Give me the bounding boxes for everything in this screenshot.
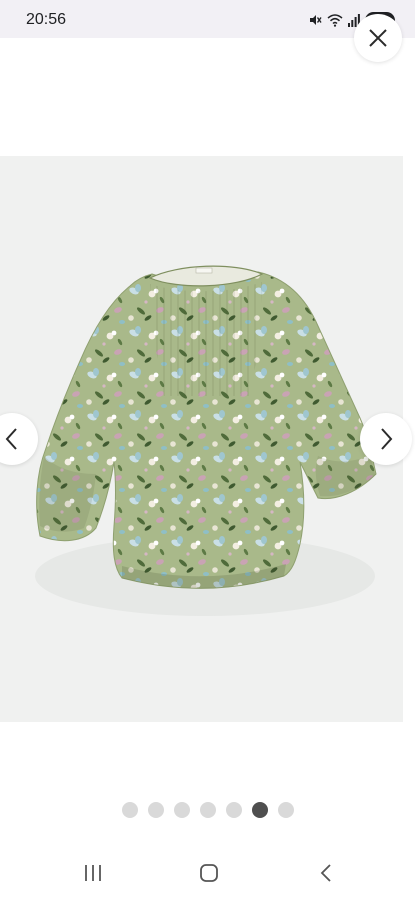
system-navigation-bar <box>0 845 415 900</box>
back-button[interactable] <box>308 855 344 891</box>
pagination-dot[interactable] <box>278 802 294 818</box>
wifi-icon <box>327 13 343 27</box>
status-bar: 20:56 <box>0 0 415 38</box>
product-image[interactable] <box>0 156 403 722</box>
home-button[interactable] <box>191 855 227 891</box>
product-image-viewer: 20:56 <box>0 0 415 900</box>
recent-apps-button[interactable] <box>75 855 111 891</box>
carousel-pagination <box>0 802 415 818</box>
home-icon <box>200 864 218 882</box>
chevron-right-icon <box>381 428 393 450</box>
next-image-button[interactable] <box>360 413 412 465</box>
chevron-left-icon <box>5 428 17 450</box>
recent-apps-icon <box>85 865 101 881</box>
pagination-dot[interactable] <box>174 802 190 818</box>
close-button[interactable] <box>354 14 402 62</box>
mute-icon <box>308 13 322 27</box>
pagination-dot[interactable] <box>122 802 138 818</box>
close-icon <box>369 29 387 47</box>
status-time: 20:56 <box>26 11 67 28</box>
pagination-dot[interactable] <box>200 802 216 818</box>
pagination-dot[interactable] <box>226 802 242 818</box>
pagination-dot[interactable] <box>148 802 164 818</box>
back-icon <box>320 864 331 882</box>
pagination-dot-active[interactable] <box>252 802 268 818</box>
